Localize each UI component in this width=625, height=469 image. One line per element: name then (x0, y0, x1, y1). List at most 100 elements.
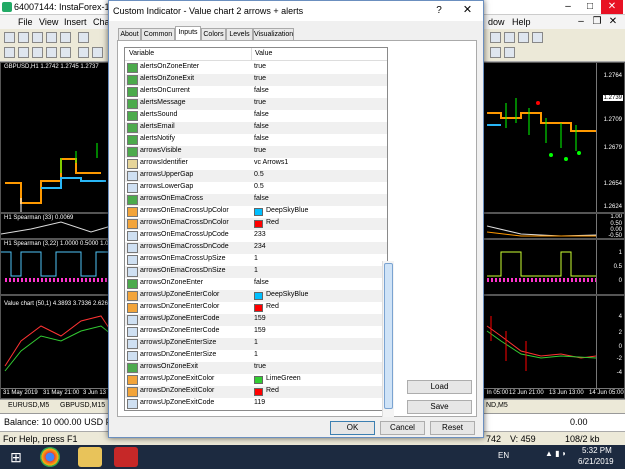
input-row-arrowsOnZoneExit[interactable]: arrowsOnZoneExit true (125, 362, 387, 374)
input-value[interactable]: 159 (254, 315, 266, 322)
input-value[interactable]: DeepSkyBlue (266, 291, 308, 298)
input-row-arrowsOnEmaCrossDnCode[interactable]: arrowsOnEmaCrossDnCode 234 (125, 242, 387, 254)
chart-tab-other[interactable]: ND,M5 (486, 402, 508, 409)
autoscroll-icon[interactable] (532, 32, 543, 43)
chart-tab-eurusd[interactable]: EURUSD,M5 (8, 402, 49, 409)
tab-colors[interactable]: Colors (201, 28, 226, 40)
input-value[interactable]: 233 (254, 231, 266, 238)
menu-help[interactable]: Help (512, 17, 531, 27)
zoom-in-icon[interactable] (490, 32, 501, 43)
trendline-icon[interactable] (60, 47, 71, 58)
reset-button[interactable]: Reset (430, 421, 475, 435)
input-value[interactable]: Red (266, 303, 279, 310)
input-value[interactable]: Red (266, 219, 279, 226)
profiles-icon[interactable] (32, 32, 43, 43)
input-row-arrowsOnEmaCrossUpColor[interactable]: arrowsOnEmaCrossUpColor DeepSkyBlue (125, 206, 387, 218)
tray-icons[interactable]: ▲ ▮ ◗ (545, 449, 567, 458)
ok-button[interactable]: OK (330, 421, 375, 435)
column-separator[interactable] (251, 48, 252, 61)
input-value[interactable]: 1 (254, 255, 258, 262)
dialog-title-bar[interactable]: Custom Indicator - Value chart 2 arrows … (109, 1, 483, 21)
metatrader-taskbar-icon[interactable] (114, 447, 138, 467)
hline-icon[interactable] (46, 47, 57, 58)
input-value[interactable]: true (254, 147, 266, 154)
input-value[interactable]: DeepSkyBlue (266, 207, 308, 214)
input-row-arrowsOnEmaCrossDnSize[interactable]: arrowsOnEmaCrossDnSize 1 (125, 266, 387, 278)
input-row-alertsNotify[interactable]: alertsNotify false (125, 134, 387, 146)
input-row-arrowsLowerGap[interactable]: arrowsLowerGap 0.5 (125, 182, 387, 194)
tester-icon[interactable] (78, 32, 89, 43)
navigator-icon[interactable] (46, 32, 57, 43)
column-header-variable[interactable]: Variable (129, 50, 154, 57)
input-row-arrowsDnZoneExitColor[interactable]: arrowsDnZoneExitColor Red (125, 386, 387, 398)
menu-window[interactable]: dow (488, 17, 505, 27)
input-row-arrowsDnZoneEnterCode[interactable]: arrowsDnZoneEnterCode 159 (125, 326, 387, 338)
input-value[interactable]: true (254, 99, 266, 106)
input-row-arrowsOnEmaCrossUpSize[interactable]: arrowsOnEmaCrossUpSize 1 (125, 254, 387, 266)
input-value[interactable]: Red (266, 387, 279, 394)
input-value[interactable]: LimeGreen (266, 375, 301, 382)
vline-icon[interactable] (32, 47, 43, 58)
input-row-arrowsDnZoneEnterColor[interactable]: arrowsDnZoneEnterColor Red (125, 302, 387, 314)
dialog-close-button[interactable]: ✕ (452, 1, 483, 20)
input-value[interactable]: true (254, 63, 266, 70)
text-icon[interactable] (92, 47, 103, 58)
save-button[interactable]: Save (407, 400, 472, 414)
input-row-arrowsUpZoneExitCode[interactable]: arrowsUpZoneExitCode 119 (125, 398, 387, 410)
load-button[interactable]: Load (407, 380, 472, 394)
help-button[interactable]: ? (426, 1, 452, 20)
input-row-arrowsIdentifier[interactable]: arrowsIdentifier vc Arrows1 (125, 158, 387, 170)
fibo-icon[interactable] (78, 47, 89, 58)
tile-icon[interactable] (518, 32, 529, 43)
new-order-icon[interactable] (4, 32, 15, 43)
tab-visualization[interactable]: Visualization (253, 28, 294, 40)
input-row-arrowsVisible[interactable]: arrowsVisible true (125, 146, 387, 158)
input-row-arrowsUpZoneEnterSize[interactable]: arrowsUpZoneEnterSize 1 (125, 338, 387, 350)
input-value[interactable]: false (254, 195, 269, 202)
menu-view[interactable]: View (39, 17, 58, 27)
template-icon[interactable] (504, 47, 515, 58)
minimize-icon[interactable]: – (557, 0, 579, 14)
input-row-arrowsOnEmaCross[interactable]: arrowsOnEmaCross false (125, 194, 387, 206)
start-icon[interactable]: ⊞ (4, 447, 28, 467)
input-value[interactable]: 0.5 (254, 171, 264, 178)
input-row-alertsOnZoneExit[interactable]: alertsOnZoneExit true (125, 74, 387, 86)
scrollbar-thumb[interactable] (384, 263, 393, 409)
input-row-arrowsUpZoneEnterColor[interactable]: arrowsUpZoneEnterColor DeepSkyBlue (125, 290, 387, 302)
input-value[interactable]: 1 (254, 267, 258, 274)
tab-inputs[interactable]: Inputs (175, 26, 201, 41)
input-value[interactable]: false (254, 87, 269, 94)
mdi-close-icon[interactable]: ✕ (602, 15, 624, 28)
menu-file[interactable]: File (18, 17, 33, 27)
language-indicator[interactable]: EN (498, 451, 509, 460)
menu-insert[interactable]: Insert (64, 17, 87, 27)
terminal-icon[interactable] (60, 32, 71, 43)
input-value[interactable]: vc Arrows1 (254, 159, 288, 166)
input-row-alertsEmail[interactable]: alertsEmail false (125, 122, 387, 134)
input-row-alertsOnCurrent[interactable]: alertsOnCurrent false (125, 86, 387, 98)
chart-tab-gbpusd[interactable]: GBPUSD,M15 (60, 402, 105, 409)
timeframe-icon[interactable] (490, 47, 501, 58)
clock-time[interactable]: 5:32 PM (582, 446, 612, 455)
chrome-icon[interactable] (40, 447, 60, 467)
input-value[interactable]: true (254, 363, 266, 370)
input-row-arrowsOnEmaCrossDnColor[interactable]: arrowsOnEmaCrossDnColor Red (125, 218, 387, 230)
input-row-arrowsOnZoneEnter[interactable]: arrowsOnZoneEnter false (125, 278, 387, 290)
input-row-alertsMessage[interactable]: alertsMessage true (125, 98, 387, 110)
grid-scrollbar[interactable] (382, 261, 394, 417)
maximize-icon[interactable]: □ (579, 0, 601, 14)
clock-date[interactable]: 6/21/2019 (578, 457, 614, 466)
tab-about[interactable]: About (118, 28, 141, 40)
open-icon[interactable] (18, 32, 29, 43)
input-value[interactable]: 234 (254, 243, 266, 250)
zoom-out-icon[interactable] (504, 32, 515, 43)
input-row-alertsSound[interactable]: alertsSound false (125, 110, 387, 122)
file-explorer-icon[interactable] (78, 447, 102, 467)
input-row-arrowsUpZoneEnterCode[interactable]: arrowsUpZoneEnterCode 159 (125, 314, 387, 326)
cancel-button[interactable]: Cancel (380, 421, 425, 435)
input-value[interactable]: 1 (254, 339, 258, 346)
input-value[interactable]: false (254, 135, 269, 142)
tab-levels[interactable]: Levels (226, 28, 253, 40)
input-value[interactable]: false (254, 123, 269, 130)
input-value[interactable]: 1 (254, 351, 258, 358)
